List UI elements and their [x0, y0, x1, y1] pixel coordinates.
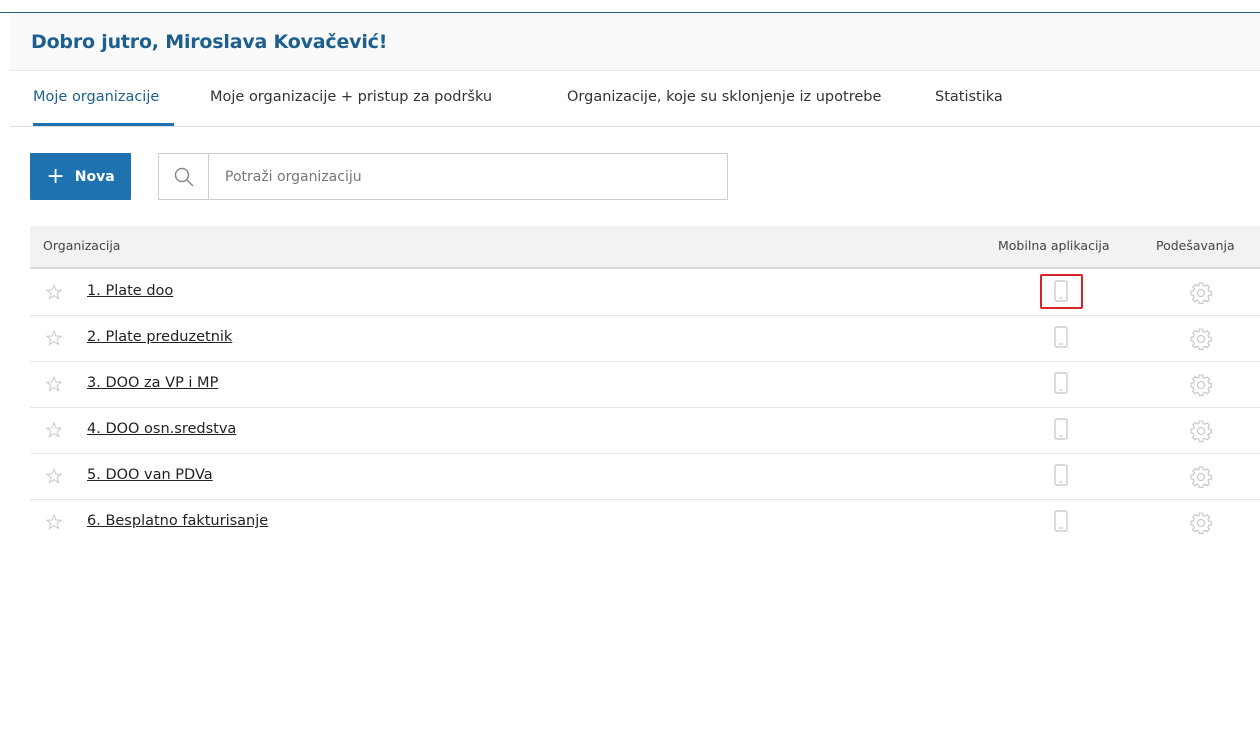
table-row: 2. Plate preduzetnik — [30, 315, 1260, 362]
tab-my-organizations-support[interactable]: Moje organizacije + pristup za podršku — [210, 89, 492, 105]
mobile-phone-icon[interactable] — [1054, 280, 1068, 307]
table-row: 4. DOO osn.sredstva — [30, 407, 1260, 454]
organization-link[interactable]: 3. DOO za VP i MP — [87, 375, 218, 391]
organization-link[interactable]: 2. Plate preduzetnik — [87, 329, 232, 345]
search-input[interactable] — [223, 164, 707, 190]
organization-link[interactable]: 4. DOO osn.sredstva — [87, 421, 236, 437]
mobile-phone-icon[interactable] — [1054, 418, 1068, 445]
gear-icon[interactable] — [1189, 465, 1213, 494]
mobile-phone-icon[interactable] — [1054, 464, 1068, 491]
mobile-phone-icon[interactable] — [1054, 326, 1068, 353]
mobile-phone-icon[interactable] — [1054, 372, 1068, 399]
tab-retired-organizations[interactable]: Organizacije, koje su sklonjenje iz upot… — [567, 89, 881, 105]
favorite-star-icon[interactable] — [45, 329, 63, 351]
organization-link[interactable]: 6. Besplatno fakturisanje — [87, 513, 268, 529]
table-header: Organizacija Mobilna aplikacija Podešava… — [30, 226, 1260, 269]
tab-statistics[interactable]: Statistika — [935, 89, 1003, 105]
gear-icon[interactable] — [1189, 373, 1213, 402]
organization-link[interactable]: 1. Plate doo — [87, 283, 173, 299]
table-row: 6. Besplatno fakturisanje — [30, 499, 1260, 545]
mobile-phone-icon[interactable] — [1054, 510, 1068, 537]
favorite-star-icon[interactable] — [45, 421, 63, 443]
column-header-settings: Podešavanja — [1156, 238, 1235, 253]
gear-icon[interactable] — [1189, 419, 1213, 448]
column-header-organization: Organizacija — [43, 238, 121, 253]
table-row: 3. DOO za VP i MP — [30, 361, 1260, 408]
tab-my-organizations[interactable]: Moje organizacije — [33, 89, 159, 105]
favorite-star-icon[interactable] — [45, 375, 63, 397]
plus-icon: + — [46, 163, 65, 189]
column-header-mobile-app: Mobilna aplikacija — [998, 238, 1110, 253]
table-row: 1. Plate doo — [30, 269, 1260, 316]
gear-icon[interactable] — [1189, 511, 1213, 540]
gear-icon[interactable] — [1189, 281, 1213, 310]
new-button-label: Nova — [74, 168, 115, 185]
favorite-star-icon[interactable] — [45, 467, 63, 489]
table-row: 5. DOO van PDVa — [30, 453, 1260, 500]
greeting-bar: Dobro jutro, Miroslava Kovačević! — [10, 13, 1260, 71]
new-organization-button[interactable]: + Nova — [30, 153, 131, 200]
tab-bar: Moje organizacije Moje organizacije + pr… — [10, 70, 1260, 127]
gear-icon[interactable] — [1189, 327, 1213, 356]
active-tab-indicator — [33, 123, 174, 126]
search-icon[interactable] — [159, 154, 209, 199]
organization-link[interactable]: 5. DOO van PDVa — [87, 467, 213, 483]
search-box — [158, 153, 728, 200]
favorite-star-icon[interactable] — [45, 283, 63, 305]
favorite-star-icon[interactable] — [45, 513, 63, 535]
greeting-title: Dobro jutro, Miroslava Kovačević! — [31, 31, 388, 53]
